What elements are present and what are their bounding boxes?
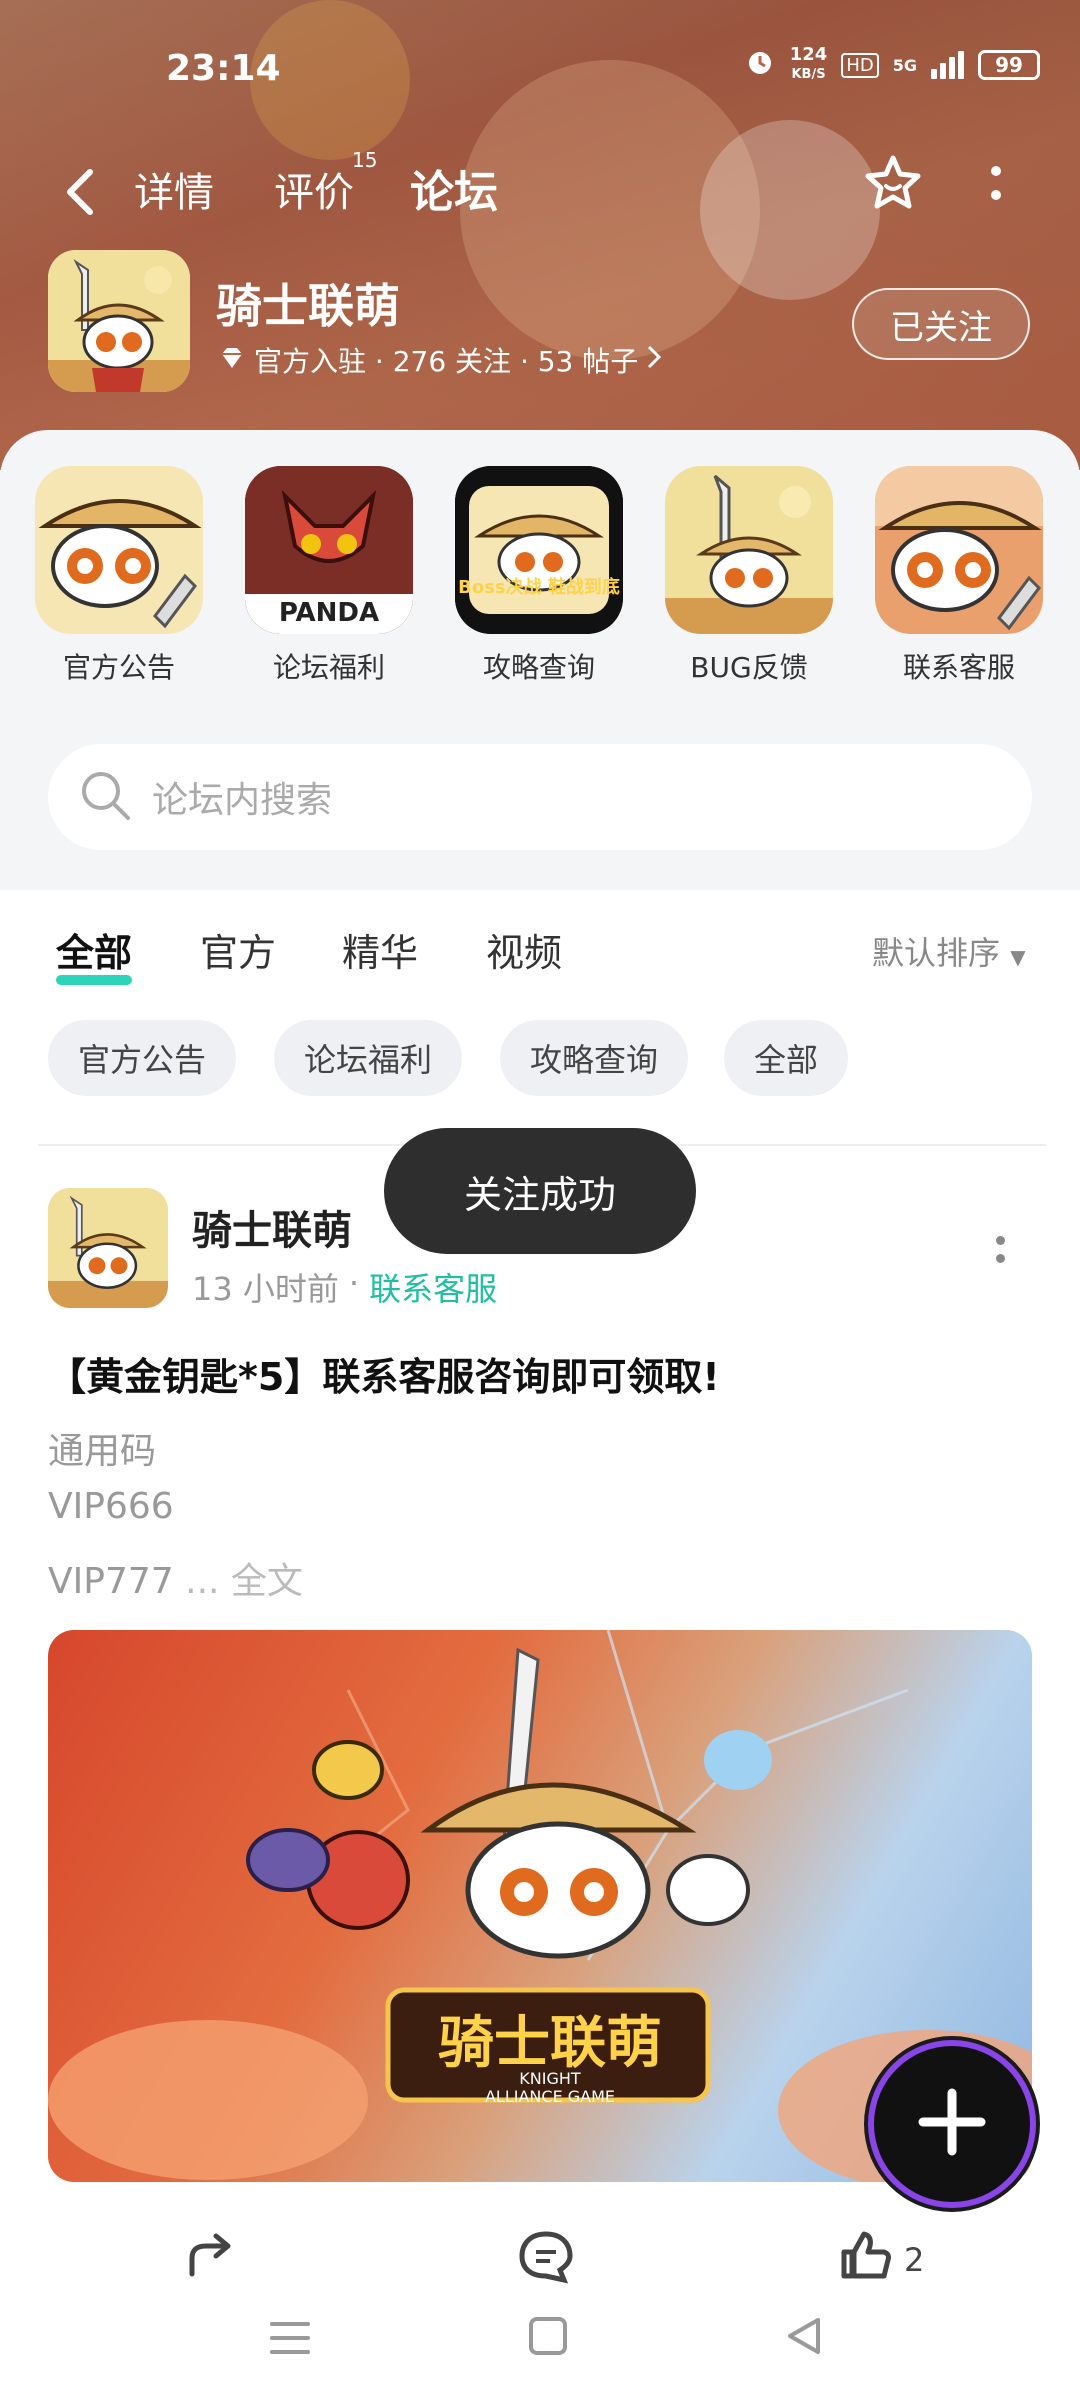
read-full-link[interactable]: ... 全文 <box>185 1561 303 1602</box>
signal-icon <box>931 51 964 79</box>
like-button[interactable]: 2 <box>838 2228 924 2292</box>
panda-text: PANDA <box>278 598 380 628</box>
shortcut-icon <box>35 466 203 634</box>
tab-forum[interactable]: 论坛 <box>410 156 498 224</box>
post-more-icon[interactable] <box>996 1236 1006 1272</box>
shortcut-icon <box>665 466 833 634</box>
comment-button[interactable] <box>516 2228 576 2292</box>
post-category-tag[interactable]: 联系客服 <box>369 1264 497 1310</box>
tab-details[interactable]: 详情 <box>134 160 214 218</box>
active-filter-indicator <box>56 975 133 985</box>
shortcut-label: 官方公告 <box>62 651 175 684</box>
post-body-line: 通用码 <box>48 1431 157 1472</box>
tab-forum-label: 论坛 <box>410 167 498 218</box>
shortcut-forum-benefits[interactable]: PANDA 论坛福利 <box>244 466 414 686</box>
shortcut-label: 攻略查询 <box>482 651 595 684</box>
share-button[interactable] <box>182 2228 238 2292</box>
follow-button[interactable]: 已关注 <box>852 288 1030 360</box>
filter-tab-video[interactable]: 视频 <box>486 922 562 977</box>
app-name: 骑士联萌 <box>216 279 400 333</box>
game-logo-text: 骑士联萌 <box>438 2011 662 2076</box>
filter-tab-all[interactable]: 全部 <box>56 922 133 985</box>
shortcut-bug-report[interactable]: BUG反馈 <box>664 466 834 686</box>
caret-down-icon: ▼ <box>1010 945 1026 969</box>
sort-label: 默认排序 <box>872 934 1001 972</box>
share-icon <box>182 2228 238 2292</box>
toast-message: 关注成功 <box>384 1128 696 1254</box>
shortcut-icon: PANDA <box>245 466 413 634</box>
shortcut-label: 论坛福利 <box>272 651 385 684</box>
status-time: 23:14 <box>166 48 281 89</box>
app-meta[interactable]: 官方入驻 · 276 关注 · 53 帖子 <box>218 340 662 380</box>
post-body-line: VIP777 ... 全文 <box>48 1552 303 1604</box>
meta-separator: · <box>348 1264 360 1302</box>
tab-reviews[interactable]: 评价 <box>274 160 354 218</box>
logo-sub-line: KNIGHT <box>519 2069 581 2088</box>
post-title[interactable]: 【黄金钥匙*5】联系客服咨询即可领取! <box>48 1346 720 1401</box>
like-count: 2 <box>904 2241 925 2279</box>
filter-tab-official[interactable]: 官方 <box>200 922 276 977</box>
shortcut-icon: Boss决战 鞋战到底 <box>455 466 623 634</box>
alarm-icon <box>744 46 776 84</box>
thumbs-up-icon <box>838 2228 894 2292</box>
recent-apps-icon[interactable] <box>268 2318 312 2362</box>
logo-sub-line: ALLIANCE GAME <box>484 2087 616 2106</box>
review-count-badge: 15 <box>352 148 378 172</box>
shortcut-contact-support[interactable]: 联系客服 <box>874 466 1044 686</box>
comment-icon <box>516 2228 576 2292</box>
sort-dropdown[interactable]: 默认排序 ▼ <box>872 928 1026 974</box>
shortcut-label: 联系客服 <box>902 651 1015 684</box>
post-author[interactable]: 骑士联萌 <box>192 1198 352 1256</box>
home-icon[interactable] <box>526 2314 570 2362</box>
battery-icon: 99 <box>978 50 1040 80</box>
plus-icon <box>917 2087 987 2161</box>
app-meta-text: 官方入驻 · 276 关注 · 53 帖子 <box>254 345 639 378</box>
post-body-line: VIP666 <box>48 1486 174 1527</box>
shortcut-icon <box>875 466 1043 634</box>
network-label: 5G <box>892 55 917 75</box>
chip-forum-benefits[interactable]: 论坛福利 <box>274 1020 463 1096</box>
favorite-star-icon[interactable] <box>862 152 924 214</box>
back-icon[interactable] <box>782 2314 826 2362</box>
post-meta: 13 小时前 · 联系客服 <box>192 1264 497 1310</box>
diamond-icon <box>218 344 246 377</box>
net-speed: 124 KB/S <box>789 44 828 83</box>
chip-official-notice[interactable]: 官方公告 <box>48 1020 237 1096</box>
search-icon <box>78 768 132 826</box>
new-post-button[interactable] <box>874 2046 1030 2202</box>
back-arrow-icon[interactable] <box>60 164 100 230</box>
status-icons: 124 KB/S HD 5G 99 <box>744 46 1040 84</box>
more-menu-icon[interactable] <box>986 166 1006 206</box>
banner-decoration <box>700 120 880 300</box>
shortcut-label: BUG反馈 <box>690 651 808 684</box>
app-icon <box>48 250 190 392</box>
search-placeholder: 论坛内搜索 <box>152 780 333 821</box>
forum-search-input[interactable]: 论坛内搜索 <box>48 744 1032 850</box>
filter-tab-featured[interactable]: 精华 <box>342 922 418 977</box>
chip-all[interactable]: 全部 <box>724 1020 849 1096</box>
boss-text: Boss决战 鞋战到底 <box>458 577 620 598</box>
post-time: 13 小时前 <box>192 1270 339 1308</box>
shortcut-official-notice[interactable]: 官方公告 <box>34 466 204 686</box>
chevron-right-icon <box>646 344 662 377</box>
hd-badge: HD <box>841 52 879 78</box>
author-avatar[interactable] <box>48 1188 168 1308</box>
filter-tab-label: 全部 <box>56 931 133 975</box>
post-body-text: VIP777 <box>48 1561 174 1602</box>
game-logo-subtitle: KNIGHT ALLIANCE GAME <box>400 2070 700 2106</box>
shortcut-guide-lookup[interactable]: Boss决战 鞋战到底 攻略查询 <box>454 466 624 686</box>
chip-guide-lookup[interactable]: 攻略查询 <box>500 1020 689 1096</box>
